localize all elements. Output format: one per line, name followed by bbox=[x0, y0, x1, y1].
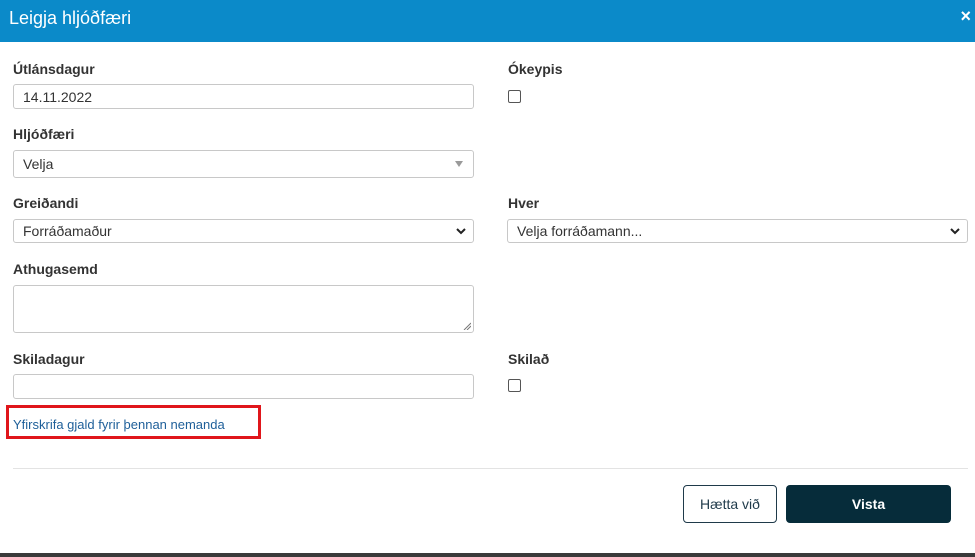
caret-down-icon bbox=[455, 161, 463, 167]
payer-label: Greiðandi bbox=[13, 195, 79, 211]
chevron-down-icon bbox=[950, 228, 960, 235]
chevron-down-icon bbox=[456, 228, 466, 235]
return-date-input[interactable] bbox=[13, 374, 474, 399]
close-icon[interactable]: × bbox=[960, 7, 971, 25]
loan-date-input[interactable] bbox=[13, 84, 474, 109]
who-label: Hver bbox=[508, 195, 540, 211]
free-checkbox[interactable] bbox=[508, 90, 521, 103]
returned-label: Skilað bbox=[508, 351, 550, 367]
who-selected-value: Velja forráðamann... bbox=[517, 223, 643, 239]
payer-selected-value: Forráðamaður bbox=[23, 223, 112, 239]
instrument-selected-value: Velja bbox=[23, 156, 54, 172]
free-label: Ókeypis bbox=[508, 61, 563, 77]
return-date-label: Skiladagur bbox=[13, 351, 85, 367]
comment-label: Athugasemd bbox=[13, 261, 98, 277]
comment-textarea[interactable] bbox=[13, 285, 474, 333]
save-button[interactable]: Vista bbox=[786, 485, 951, 523]
divider bbox=[13, 468, 968, 469]
resize-grip-icon[interactable] bbox=[463, 322, 471, 330]
instrument-select[interactable]: Velja bbox=[13, 150, 474, 178]
dialog-header: Leigja hljóðfæri × bbox=[0, 0, 975, 42]
returned-checkbox[interactable] bbox=[508, 379, 521, 392]
dialog-title: Leigja hljóðfæri bbox=[9, 8, 132, 28]
who-select[interactable]: Velja forráðamann... bbox=[507, 219, 968, 243]
bottom-edge bbox=[0, 553, 975, 557]
cancel-button[interactable]: Hætta við bbox=[683, 485, 777, 523]
override-fee-link[interactable]: Yfirskrifa gjald fyrir þennan nemanda bbox=[13, 417, 225, 432]
payer-select[interactable]: Forráðamaður bbox=[13, 219, 474, 243]
instrument-label: Hljóðfæri bbox=[13, 126, 75, 142]
loan-date-label: Útlánsdagur bbox=[13, 61, 95, 77]
